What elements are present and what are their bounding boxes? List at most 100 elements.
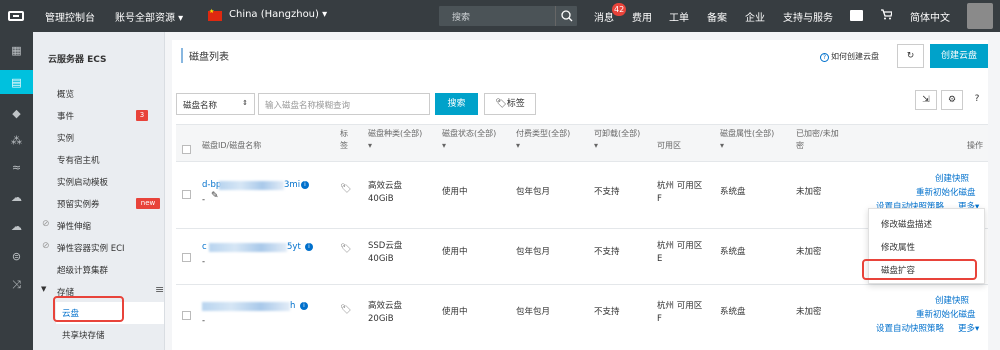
sidebar-item-reserved-instances[interactable]: 预留实例券 — [57, 198, 100, 210]
language-selector[interactable]: 简体中文 — [910, 9, 950, 24]
pay-type: 包年包月 — [516, 307, 551, 317]
help-button[interactable]: ? — [966, 90, 988, 110]
disk-id-suffix[interactable]: 3mi — [284, 180, 300, 190]
disk-status: 使用中 — [442, 187, 468, 197]
support-link[interactable]: 支持与服务 — [783, 9, 833, 24]
messages-link[interactable]: 消息 — [594, 9, 614, 24]
info-icon[interactable]: i — [301, 181, 309, 189]
tag-icon[interactable]: 🏷 — [340, 244, 351, 254]
tag-icon[interactable]: 🏷 — [340, 184, 351, 194]
account-resources-dropdown[interactable]: 账号全部资源 ▾ — [115, 9, 183, 24]
column-header-type[interactable]: 磁盘种类(全部) ▾ — [368, 128, 422, 152]
sidebar-title: 云服务器 ECS — [48, 55, 107, 65]
sidebar-item-auto-scaling[interactable]: 弹性伸缩 — [57, 220, 91, 232]
tag-filter-button[interactable]: 🏷标签 — [484, 93, 536, 115]
caret-updown-icon: ⇕ — [242, 99, 248, 107]
disk-name-search-input[interactable]: 输入磁盘名称模糊查询 — [258, 93, 430, 115]
column-header-pay[interactable]: 付费类型(全部) ▾ — [516, 128, 570, 152]
redacted-disk-id — [219, 181, 284, 190]
enterprise-link[interactable]: 企业 — [745, 9, 765, 24]
caret-down-icon[interactable]: ▼ — [41, 285, 46, 293]
diamond-icon[interactable]: ◆ — [0, 101, 33, 125]
menu-item-modify-description[interactable]: 修改磁盘描述 — [881, 218, 932, 230]
sidebar-item-scc[interactable]: 超级计算集群 — [57, 264, 108, 276]
disk-id-suffix[interactable]: 5yt — [287, 242, 301, 252]
create-snapshot-link[interactable]: 创建快照 — [935, 172, 969, 184]
wave-icon[interactable]: ≈ — [0, 155, 33, 179]
table-header — [176, 124, 988, 162]
disk-attribute: 系统盘 — [720, 187, 746, 197]
reinit-disk-link[interactable]: 重新初始化磁盘 — [916, 186, 976, 198]
highlight-box-resize-disk — [862, 259, 977, 280]
search-button[interactable]: 搜索 — [435, 93, 478, 115]
tag-icon[interactable]: 🏷 — [340, 305, 351, 315]
refresh-button[interactable]: ↻ — [897, 44, 924, 68]
column-header-detach[interactable]: 可卸载(全部) ▾ — [594, 128, 640, 152]
gear-icon: ⚙ — [947, 95, 957, 105]
china-flag-icon — [208, 8, 222, 21]
icp-link[interactable]: 备案 — [707, 9, 727, 24]
sidebar-item-instances[interactable]: 实例 — [57, 132, 74, 144]
cart-icon[interactable] — [880, 8, 893, 23]
sidebar-item-launch-templates[interactable]: 实例启动模板 — [57, 176, 108, 188]
disk-attribute: 系统盘 — [720, 247, 746, 257]
auto-snapshot-policy-link[interactable]: 设置自动快照策略 — [876, 322, 944, 334]
pay-type: 包年包月 — [516, 187, 551, 197]
edit-pencil-icon[interactable]: ✎ — [211, 191, 219, 201]
filter-select[interactable]: 磁盘名称 ⇕ — [176, 93, 255, 115]
sidebar-item-events[interactable]: 事件 — [57, 110, 74, 122]
row-checkbox[interactable] — [182, 253, 191, 262]
search-icon[interactable] — [555, 6, 577, 26]
sidebar-item-overview[interactable]: 概览 — [57, 88, 74, 100]
grid-icon[interactable]: ▦ — [0, 38, 33, 62]
global-search-input[interactable]: 搜索 — [452, 10, 470, 23]
collapse-menu-icon[interactable]: ≡ — [155, 283, 164, 296]
message-count-badge: 42 — [612, 3, 627, 16]
disk-type: SSD云盘 40GiB — [368, 241, 403, 264]
reinit-disk-link[interactable]: 重新初始化磁盘 — [916, 308, 976, 320]
select-all-checkbox[interactable] — [182, 145, 191, 154]
console-link[interactable]: 管理控制台 — [45, 9, 95, 24]
product-icon-bar: ▦ ▤ ◆ ⁂ ≈ ☁ ☁ ⊜ ⤨ — [0, 32, 33, 350]
ecs-icon[interactable]: ▤ — [0, 70, 33, 94]
column-header-attr[interactable]: 磁盘属性(全部) ▾ — [720, 128, 774, 152]
external-link-icon: ⊘ — [42, 219, 50, 229]
row-checkbox[interactable] — [182, 190, 191, 199]
database-icon[interactable]: ⊜ — [0, 244, 33, 268]
more-dropdown[interactable]: 更多▾ — [958, 322, 979, 334]
how-to-create-disk-link[interactable]: ? 如何创建云盘 — [820, 51, 879, 62]
cloud-icon[interactable]: ☁ — [0, 185, 33, 209]
sidebar-item-eci[interactable]: 弹性容器实例 ECI — [57, 242, 125, 254]
create-snapshot-link[interactable]: 创建快照 — [935, 294, 969, 306]
tickets-link[interactable]: 工单 — [669, 9, 689, 24]
column-header-status[interactable]: 磁盘状态(全部) ▾ — [442, 128, 496, 152]
aliyun-logo-icon[interactable] — [0, 0, 32, 32]
settings-button[interactable]: ⚙ — [941, 90, 963, 110]
column-header-tag: 标 签 — [340, 129, 348, 150]
zone: 杭州 可用区 E — [657, 241, 703, 264]
export-button[interactable]: ⇲ — [915, 90, 937, 110]
info-icon[interactable]: i — [305, 243, 313, 251]
zone: 杭州 可用区 F — [657, 181, 703, 204]
link-icon[interactable]: ⤨ — [0, 273, 33, 297]
create-disk-button[interactable]: 创建云盘 — [930, 44, 988, 68]
terminal-icon[interactable] — [850, 10, 863, 21]
storage-cloud-icon[interactable]: ☁ — [0, 214, 33, 238]
region-selector[interactable]: China (Hangzhou) ▾ — [229, 9, 327, 20]
disk-type: 高效云盘 40GiB — [368, 181, 403, 204]
disk-id-link[interactable]: c — [202, 242, 207, 252]
global-search[interactable]: 搜索 — [439, 6, 577, 26]
disk-id-suffix[interactable]: h — [290, 301, 295, 311]
network-icon[interactable]: ⁂ — [0, 128, 33, 152]
menu-item-modify-attributes[interactable]: 修改属性 — [881, 241, 915, 253]
billing-link[interactable]: 费用 — [632, 9, 652, 24]
events-count-badge: 3 — [136, 110, 148, 121]
info-icon[interactable]: i — [300, 302, 308, 310]
table-row — [176, 285, 988, 350]
table-row — [176, 162, 988, 229]
sidebar-item-dedicated-host[interactable]: 专有宿主机 — [57, 154, 100, 166]
disk-name: - — [202, 195, 206, 205]
sidebar-item-shared-block-storage[interactable]: 共享块存储 — [62, 329, 105, 341]
row-checkbox[interactable] — [182, 311, 191, 320]
avatar[interactable] — [967, 3, 993, 29]
